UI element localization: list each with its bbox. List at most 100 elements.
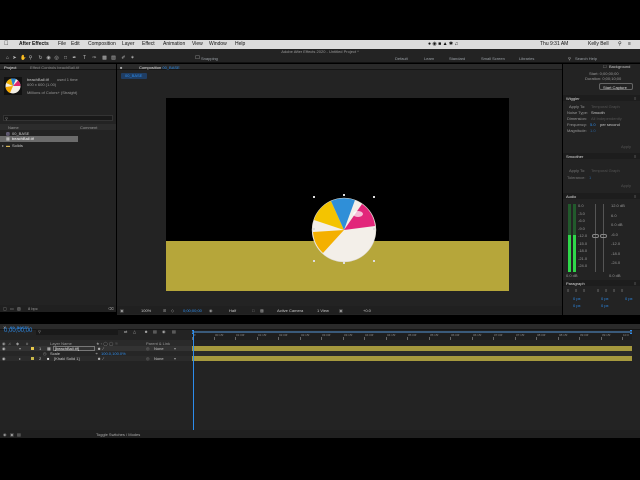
transform-handle[interactable]	[343, 262, 345, 264]
column-comment[interactable]: Comment	[80, 125, 97, 130]
pen-tool-icon[interactable]: ✒	[72, 56, 77, 61]
chevron-down-icon[interactable]: ▾	[174, 356, 176, 361]
space-after-value[interactable]: 0 px	[601, 303, 609, 308]
comp-mini-flowchart-icon[interactable]: ⇄	[124, 329, 127, 334]
graph-editor-icon[interactable]: ▤	[172, 329, 176, 334]
transform-handle[interactable]	[343, 194, 345, 196]
clock[interactable]: Thu 9:31 AM	[540, 40, 568, 49]
new-folder-icon[interactable]: ▭	[10, 306, 14, 311]
column-name[interactable]: Name	[8, 125, 19, 130]
puppet-tool-icon[interactable]: ✶	[130, 56, 135, 61]
always-preview-icon[interactable]: ▣	[120, 308, 124, 313]
menu-composition[interactable]: Composition	[88, 40, 116, 49]
help-search-icon[interactable]: ⚲	[568, 56, 571, 62]
background-checkbox-icon[interactable]: ☐	[603, 64, 607, 69]
transparency-grid-icon[interactable]: ▩	[260, 308, 264, 313]
help-search-input[interactable]: Search Help	[575, 56, 597, 62]
type-tool-icon[interactable]: T	[82, 56, 87, 61]
comp-viewer[interactable]	[166, 98, 509, 291]
indent-right-value[interactable]: 0 px	[625, 296, 633, 301]
workspace-standard[interactable]: Standard	[449, 56, 465, 62]
current-time-display[interactable]: 0;00;00;00	[4, 328, 32, 335]
time-ruler[interactable]: 0f 00:15f 01:00f 01:15f 02:00f 02:15f 03:00f 03…	[192, 330, 632, 340]
bpc-label[interactable]: 8 bpc	[28, 306, 38, 311]
grid-icon[interactable]: ⊞	[163, 308, 166, 313]
interpret-footage-icon[interactable]: ▢	[3, 306, 7, 311]
pick-whip-icon[interactable]: ◎	[146, 356, 150, 361]
visibility-icon[interactable]: ◉	[2, 356, 6, 361]
panel-menu-icon[interactable]: ≡	[634, 281, 636, 286]
exposure-value[interactable]: +0.0	[363, 308, 371, 313]
menu-animation[interactable]: Animation	[163, 40, 185, 49]
search-icon[interactable]: ⚲	[618, 40, 622, 49]
volume-handle-right[interactable]	[600, 234, 607, 238]
apply-to-dropdown[interactable]: Temporal Graph	[591, 104, 620, 109]
roi-icon[interactable]: □	[252, 308, 254, 313]
tab-project[interactable]: Project	[4, 65, 16, 70]
indent-first-value[interactable]: 0 px	[601, 296, 609, 301]
frame-blending-icon[interactable]: ▤	[153, 329, 157, 334]
trash-icon[interactable]: ⌫	[108, 306, 114, 311]
new-comp-icon[interactable]: ▧	[17, 306, 21, 311]
mask-icon[interactable]: ◇	[171, 308, 174, 313]
workspace-learn[interactable]: Learn	[424, 56, 434, 62]
smoother-apply-button[interactable]: Apply	[621, 183, 631, 188]
label-color-swatch[interactable]	[31, 347, 34, 350]
volume-slider-left[interactable]	[595, 204, 596, 272]
menu-effect[interactable]: Effect	[142, 40, 155, 49]
apple-icon[interactable]: 	[4, 40, 9, 49]
layer-duration-bar[interactable]	[192, 356, 632, 361]
views-dropdown[interactable]: 1 View	[317, 308, 329, 313]
justify-last-center-icon[interactable]: ≡	[605, 288, 607, 293]
noise-type-dropdown[interactable]: Smooth	[591, 110, 605, 115]
hand-tool-icon[interactable]: ✋	[20, 56, 26, 61]
menu-list-icon[interactable]: ≡	[628, 40, 631, 49]
resolution-dropdown[interactable]: Half	[229, 308, 236, 313]
shy-switch-icon[interactable]: ☻	[97, 356, 101, 361]
indent-left-value[interactable]: 0 px	[573, 296, 581, 301]
menu-layer[interactable]: Layer	[122, 40, 135, 49]
motion-blur-icon[interactable]: ◉	[162, 329, 166, 334]
layer-switches-icon[interactable]: ◉	[3, 432, 7, 437]
transfer-controls-icon[interactable]: ▣	[10, 432, 14, 437]
list-item-selected[interactable]: ▦ beachBall.tif	[0, 136, 78, 142]
eraser-tool-icon[interactable]: ▧	[111, 56, 116, 61]
menu-edit[interactable]: Edit	[71, 40, 80, 49]
table-row[interactable]: ◉ ▸ 2 ■ [Khaki Solid 1] ☻ ∕ ◎ None ▾	[0, 356, 192, 361]
beach-ball-layer[interactable]	[303, 190, 385, 270]
wiggler-apply-button[interactable]: Apply	[621, 144, 631, 149]
quality-switch-icon[interactable]: ∕	[103, 356, 104, 361]
menu-help[interactable]: Help	[235, 40, 245, 49]
transform-handle[interactable]	[313, 196, 315, 198]
justify-last-left-icon[interactable]: ≡	[597, 288, 599, 293]
snapshot-icon[interactable]: ◉	[209, 308, 213, 313]
zoom-tool-icon[interactable]: ⚲	[28, 56, 33, 61]
transform-handle[interactable]	[373, 228, 375, 230]
transform-handle[interactable]	[313, 260, 315, 262]
viewer-timecode[interactable]: 0;00;00;00	[183, 308, 202, 313]
selection-tool-icon[interactable]: ➤	[12, 56, 17, 61]
transform-handle[interactable]	[373, 196, 375, 198]
workspace-default[interactable]: Default	[395, 56, 408, 62]
draft-3d-icon[interactable]: △	[133, 329, 136, 334]
shy-layers-icon[interactable]: ☻	[144, 329, 148, 334]
brush-tool-icon[interactable]: ✑	[92, 56, 97, 61]
user-name[interactable]: Kelly Bell	[588, 40, 609, 49]
panel-menu-icon[interactable]: ≡	[634, 154, 636, 159]
parent-dropdown[interactable]: None	[154, 356, 164, 361]
chevron-right-icon[interactable]: ▸	[19, 356, 21, 361]
workspace-small-screen[interactable]: Small Screen	[481, 56, 505, 62]
start-capture-button[interactable]: Start Capture	[599, 83, 633, 90]
camera-tool-icon[interactable]: ◉	[46, 56, 51, 61]
space-before-value[interactable]: 0 px	[573, 303, 581, 308]
app-name[interactable]: After Effects	[19, 40, 49, 49]
zoom-dropdown[interactable]: 100%	[141, 308, 151, 313]
justify-all-icon[interactable]: ≡	[621, 288, 623, 293]
timeline-search-input[interactable]: ⚲	[36, 329, 118, 335]
snapping-checkbox-icon[interactable]: ☐	[195, 56, 200, 61]
camera-dropdown[interactable]: Active Camera	[277, 308, 303, 313]
menu-window[interactable]: Window	[209, 40, 227, 49]
toggle-switches-modes[interactable]: Toggle Switches / Modes	[96, 432, 140, 437]
tab-effect-controls[interactable]: Effect Controls beachBall.tif	[30, 65, 79, 70]
panel-menu-icon[interactable]: ≡	[634, 194, 636, 199]
